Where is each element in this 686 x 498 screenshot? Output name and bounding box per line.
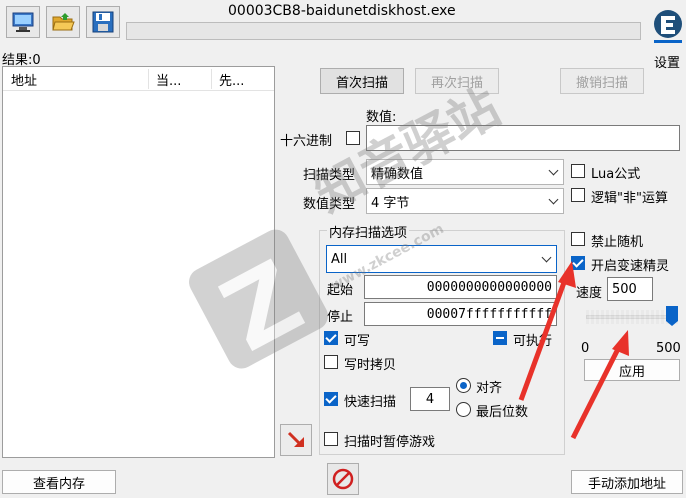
annotation-arrow-speed-value: [570, 330, 629, 440]
annotation-arrows: [518, 261, 629, 440]
annotation-arrow-speedhack: [518, 261, 576, 401]
